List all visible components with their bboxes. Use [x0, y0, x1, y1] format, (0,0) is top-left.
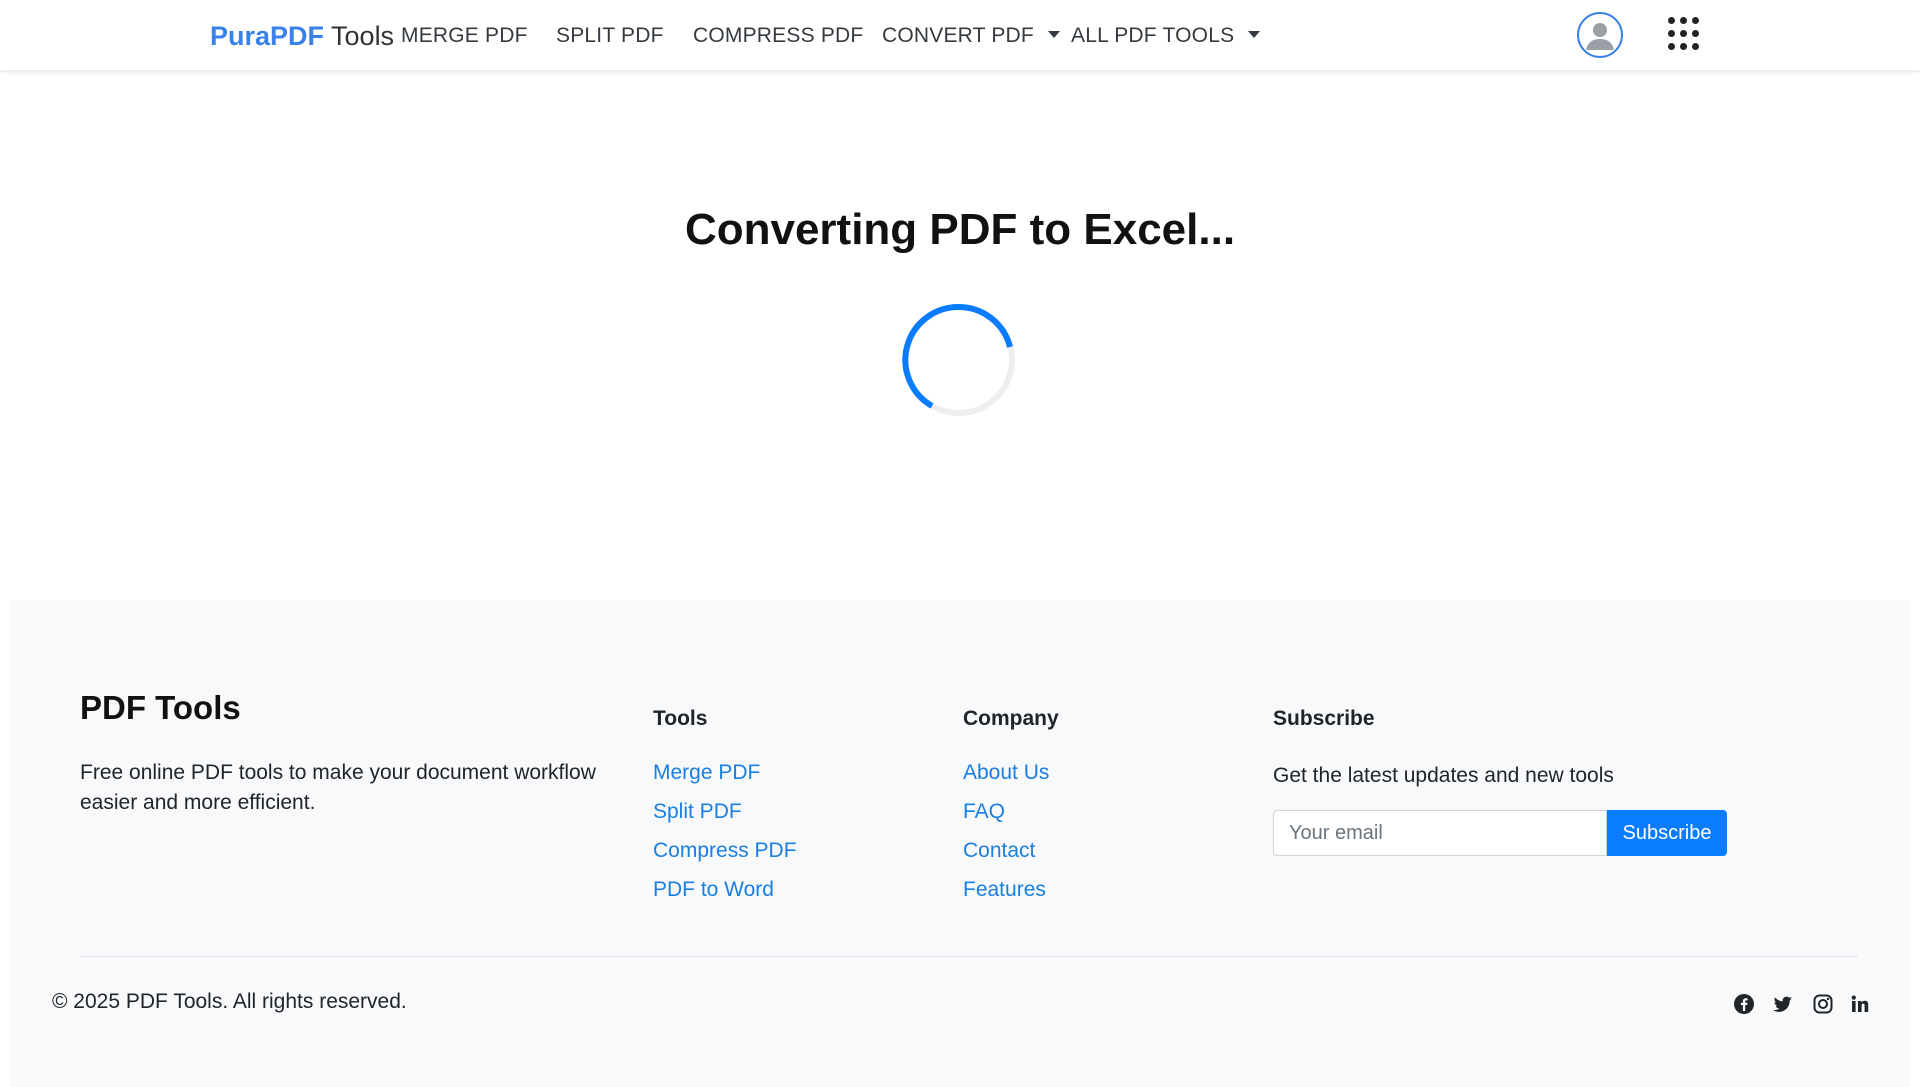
- caret-down-icon: [1047, 31, 1060, 38]
- nav-compress-pdf[interactable]: COMPRESS PDF: [693, 22, 863, 50]
- footer-divider: [80, 956, 1858, 957]
- footer-link-faq[interactable]: FAQ: [963, 800, 1005, 823]
- instagram-icon: [1813, 994, 1833, 1014]
- footer-link-contact[interactable]: Contact: [963, 839, 1035, 862]
- brand-logo[interactable]: PuraPDF Tools: [210, 19, 394, 53]
- apps-grid-button[interactable]: [1668, 17, 1700, 51]
- twitter-icon: [1772, 996, 1793, 1012]
- caret-down-icon: [1248, 31, 1261, 38]
- footer-company-links: About Us FAQ Contact Features: [963, 759, 1049, 915]
- loading-spinner: [902, 303, 1015, 416]
- subscribe-button[interactable]: Subscribe: [1607, 810, 1727, 856]
- brand-name-secondary: Tools: [331, 21, 395, 51]
- footer-link-split-pdf[interactable]: Split PDF: [653, 800, 742, 823]
- facebook-link[interactable]: [1733, 993, 1755, 1015]
- nav-convert-pdf-dropdown[interactable]: CONVERT PDF: [882, 22, 1060, 50]
- footer-link-features[interactable]: Features: [963, 878, 1046, 901]
- nav-split-pdf-label: SPLIT PDF: [556, 24, 664, 47]
- footer-description: Free online PDF tools to make your docum…: [80, 761, 596, 814]
- footer-link-about-us[interactable]: About Us: [963, 761, 1049, 784]
- nav-split-pdf[interactable]: SPLIT PDF: [556, 22, 664, 50]
- footer-title: PDF Tools: [80, 689, 241, 726]
- nav-all-pdf-tools-label: ALL PDF TOOLS: [1071, 24, 1235, 47]
- nav-convert-pdf-label: CONVERT PDF: [882, 24, 1034, 47]
- nav-merge-pdf[interactable]: MERGE PDF: [401, 22, 528, 50]
- linkedin-link[interactable]: [1849, 993, 1871, 1015]
- brand-name-primary: PuraPDF: [210, 21, 325, 51]
- footer-tools-heading: Tools: [653, 707, 708, 730]
- nav-all-pdf-tools-dropdown[interactable]: ALL PDF TOOLS: [1071, 22, 1261, 50]
- facebook-icon: [1734, 994, 1754, 1014]
- footer-link-compress-pdf[interactable]: Compress PDF: [653, 839, 797, 862]
- footer-tools-links: Merge PDF Split PDF Compress PDF PDF to …: [653, 759, 797, 915]
- twitter-link[interactable]: [1772, 993, 1794, 1015]
- footer-subscribe-heading: Subscribe: [1273, 707, 1375, 730]
- footer-link-pdf-to-word[interactable]: PDF to Word: [653, 878, 774, 901]
- instagram-link[interactable]: [1812, 993, 1834, 1015]
- email-input[interactable]: [1273, 810, 1607, 856]
- site-footer: PDF Tools Free online PDF tools to make …: [10, 600, 1910, 1087]
- top-navbar: PuraPDF Tools MERGE PDF SPLIT PDF COMPRES…: [0, 0, 1920, 70]
- user-icon: [1586, 23, 1614, 50]
- footer-link-merge-pdf[interactable]: Merge PDF: [653, 761, 760, 784]
- nav-compress-pdf-label: COMPRESS PDF: [693, 24, 864, 47]
- user-avatar-button[interactable]: [1577, 12, 1623, 58]
- linkedin-icon: [1851, 995, 1869, 1012]
- footer-company-heading: Company: [963, 707, 1059, 730]
- copyright-text: © 2025 PDF Tools. All rights reserved.: [52, 990, 407, 1013]
- subscribe-description: Get the latest updates and new tools: [1273, 764, 1614, 787]
- nav-merge-pdf-label: MERGE PDF: [401, 24, 528, 47]
- page-title: Converting PDF to Excel...: [684, 205, 1236, 254]
